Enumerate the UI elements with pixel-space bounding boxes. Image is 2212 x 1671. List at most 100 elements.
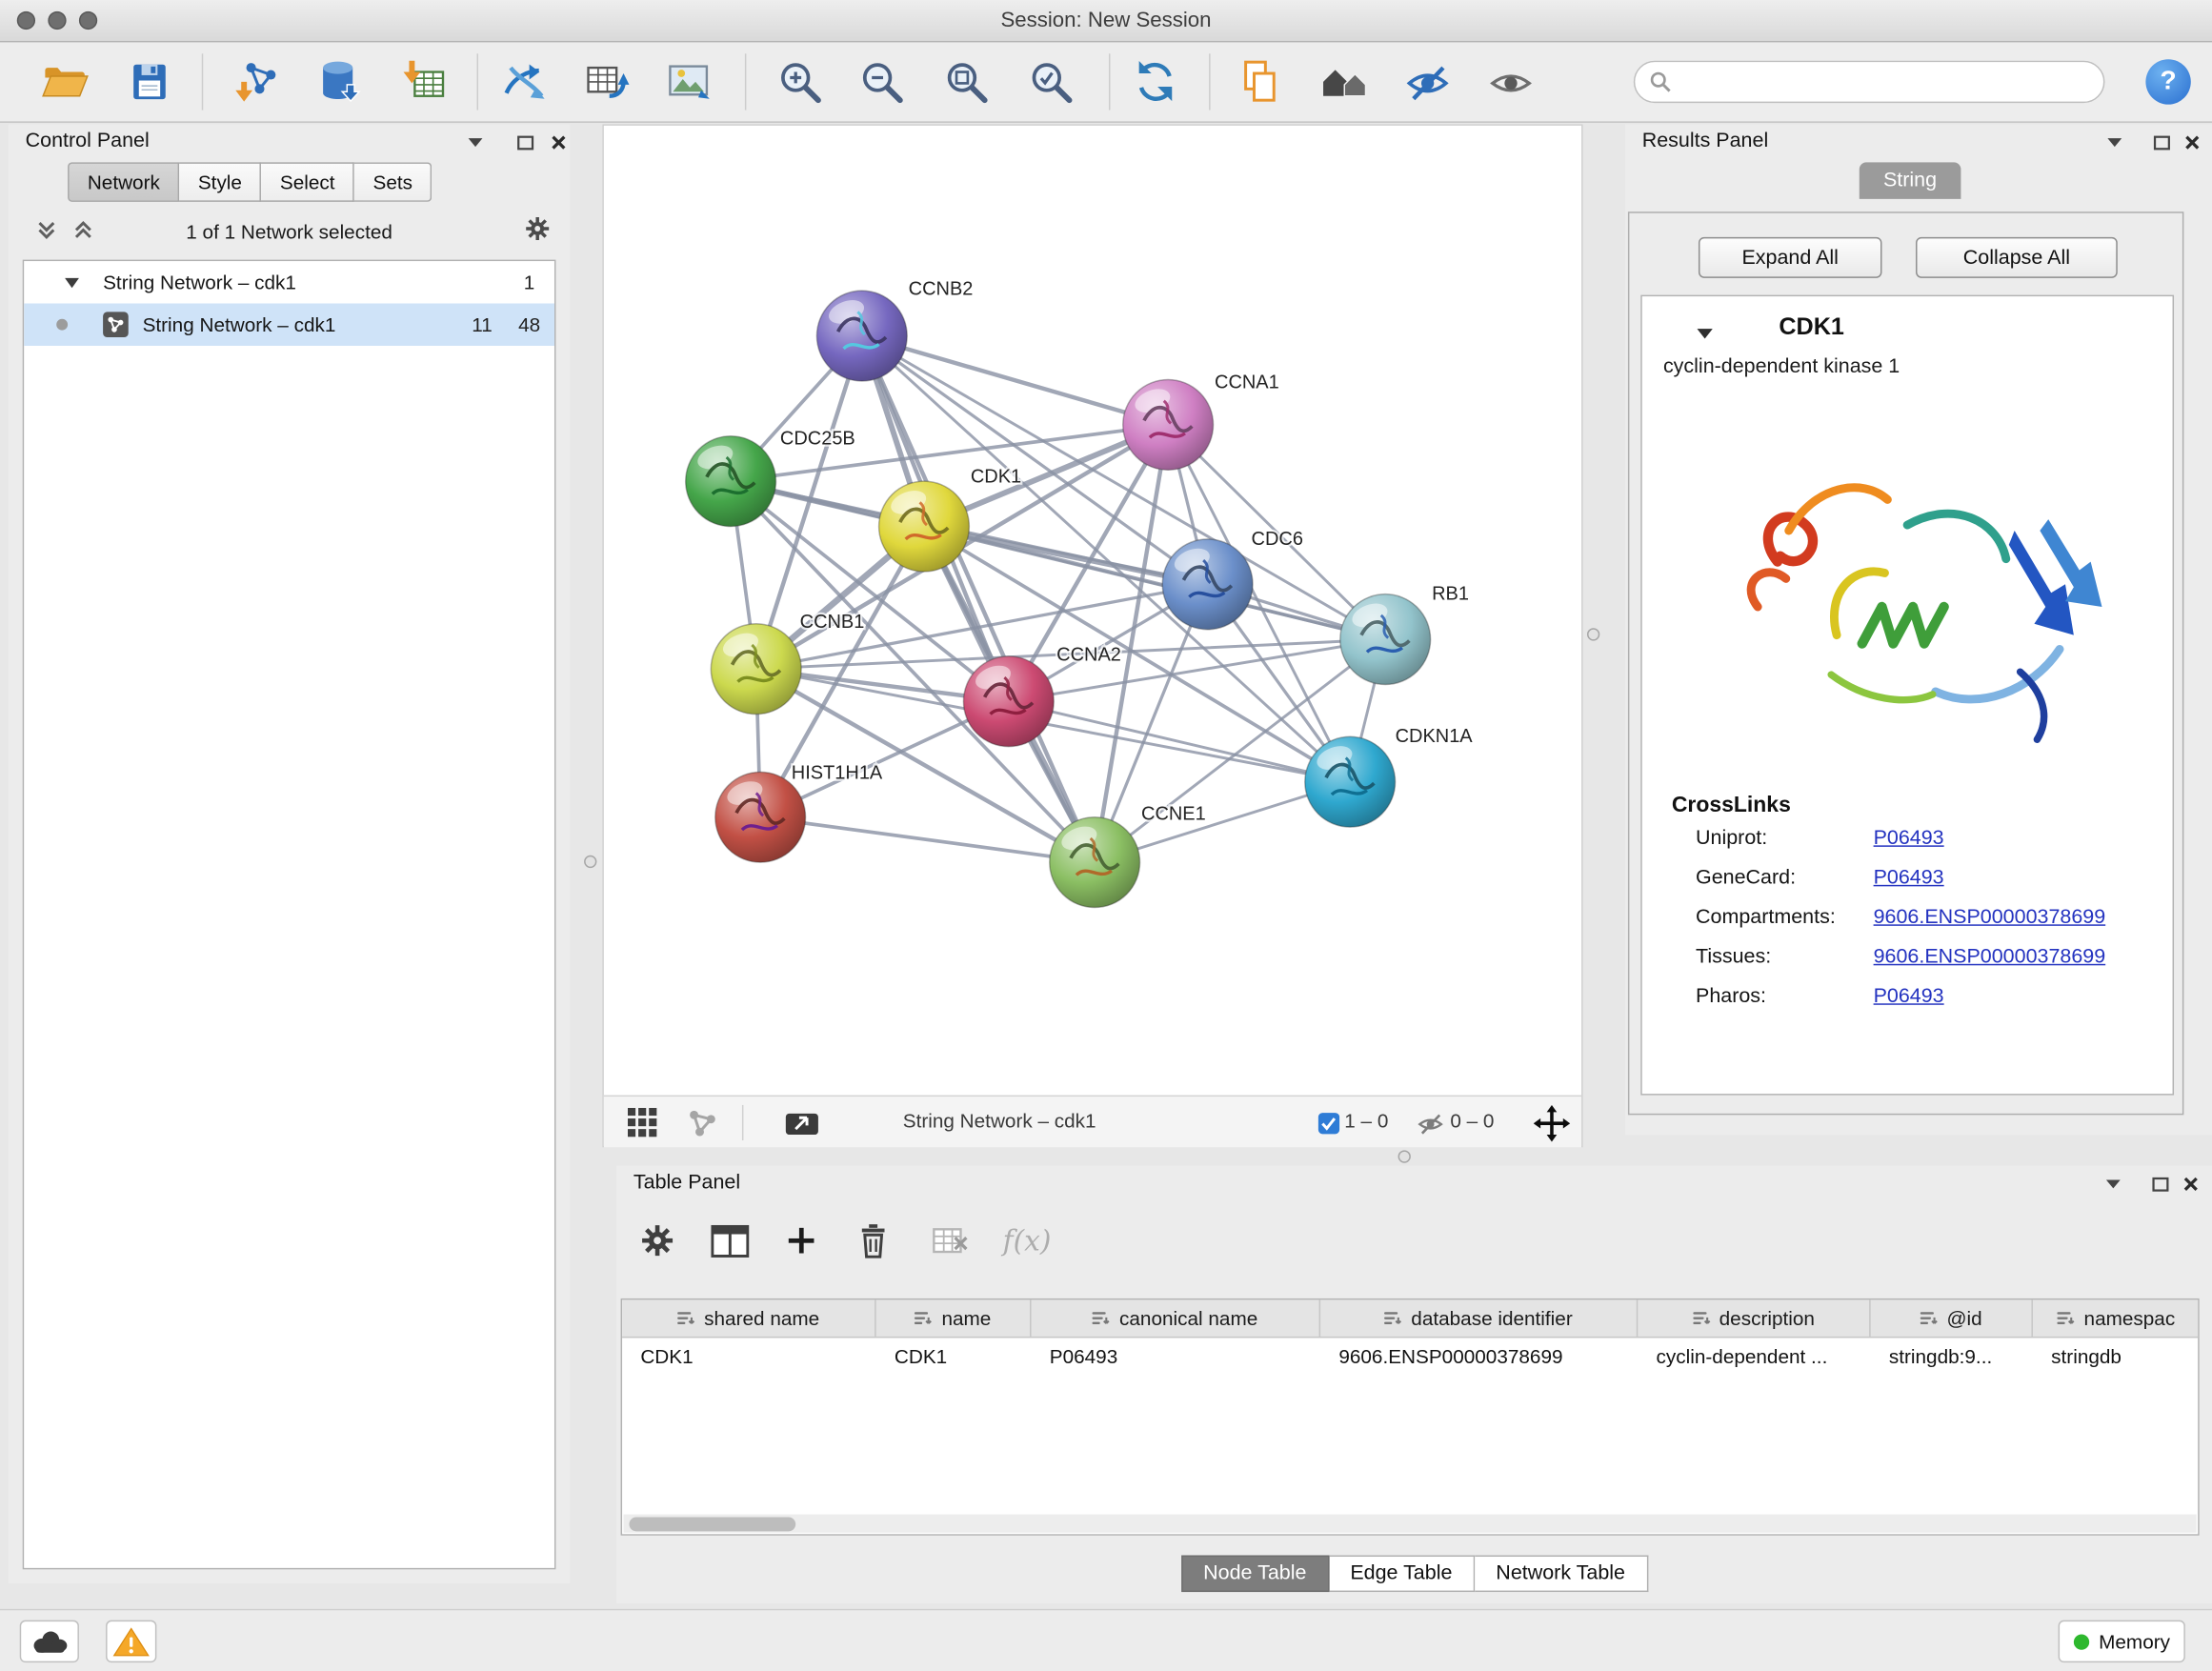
- network-row[interactable]: String Network – cdk1 11 48: [24, 304, 554, 346]
- panel-dropdown-icon[interactable]: [463, 131, 489, 154]
- column-header-id[interactable]: @id: [1871, 1299, 2033, 1337]
- crosslink-link-tissues[interactable]: 9606.ENSP00000378699: [1874, 946, 2106, 969]
- tab-select[interactable]: Select: [262, 162, 355, 201]
- panel-close-icon[interactable]: [2180, 131, 2205, 154]
- network-node-ccnb1[interactable]: [711, 624, 801, 715]
- network-node-ccne1[interactable]: [1050, 817, 1140, 908]
- horizontal-scrollbar[interactable]: [624, 1515, 2197, 1533]
- tab-sets[interactable]: Sets: [354, 162, 432, 201]
- tab-string[interactable]: String: [1860, 162, 1961, 199]
- panel-float-icon[interactable]: [2148, 131, 2174, 154]
- network-edge[interactable]: [760, 817, 1095, 862]
- panel-dropdown-icon[interactable]: [2101, 131, 2127, 154]
- new-network-button[interactable]: [493, 50, 555, 112]
- zoom-in-button[interactable]: [769, 50, 831, 112]
- table-cell[interactable]: 9606.ENSP00000378699: [1320, 1338, 1638, 1376]
- import-table-disabled-button[interactable]: [927, 1217, 975, 1264]
- network-node-ccna2[interactable]: [963, 656, 1054, 747]
- entry-collapse-icon[interactable]: [1696, 322, 1714, 348]
- delete-column-button[interactable]: [849, 1217, 896, 1264]
- expand-all-button[interactable]: Expand All: [1699, 237, 1882, 278]
- copy-document-button[interactable]: [1229, 50, 1291, 112]
- help-button[interactable]: ?: [2145, 59, 2190, 104]
- table-cell[interactable]: stringdb:9...: [1871, 1338, 2033, 1376]
- network-node-cdk1[interactable]: [879, 481, 970, 572]
- hidden-eye-icon[interactable]: [1411, 1103, 1450, 1142]
- save-session-button[interactable]: [118, 50, 180, 112]
- expander-icon[interactable]: [64, 271, 81, 293]
- column-header-database-identifier[interactable]: database identifier: [1320, 1299, 1638, 1337]
- search-box[interactable]: [1634, 61, 2105, 103]
- crosslink-link-uniprot[interactable]: P06493: [1874, 827, 1944, 850]
- export-image-button[interactable]: [659, 50, 721, 112]
- panel-close-icon[interactable]: [2178, 1173, 2203, 1196]
- tab-node-table[interactable]: Node Table: [1180, 1556, 1329, 1593]
- detach-view-icon[interactable]: [781, 1103, 820, 1142]
- function-builder-button[interactable]: f(x): [995, 1217, 1059, 1264]
- crosslink-link-genecard[interactable]: P06493: [1874, 867, 1944, 890]
- create-column-button[interactable]: [777, 1217, 825, 1264]
- tab-network-table[interactable]: Network Table: [1475, 1556, 1648, 1593]
- warnings-button[interactable]: [106, 1621, 156, 1662]
- network-canvas[interactable]: CCNB2CCNA1CDC25BCDK1CDC6RB1CCNB1CCNA2CDK…: [604, 126, 1581, 1094]
- column-header-canonical-name[interactable]: canonical name: [1032, 1299, 1321, 1337]
- network-node-rb1[interactable]: [1340, 594, 1431, 685]
- refresh-layout-button[interactable]: [1124, 50, 1186, 112]
- show-graphics-button[interactable]: [1479, 50, 1541, 112]
- share-view-icon[interactable]: [683, 1103, 722, 1142]
- crosslink-link-pharos[interactable]: P06493: [1874, 985, 1944, 1008]
- network-edge[interactable]: [924, 527, 1385, 640]
- table-row[interactable]: CDK1CDK1P064939606.ENSP00000378699cyclin…: [622, 1338, 2198, 1376]
- table-cell[interactable]: cyclin-dependent ...: [1638, 1338, 1870, 1376]
- splitter-handle[interactable]: [1398, 1150, 1411, 1162]
- table-cell[interactable]: CDK1: [876, 1338, 1032, 1376]
- grid-view-icon[interactable]: [624, 1103, 663, 1142]
- network-node-hist1h1a[interactable]: [715, 772, 806, 862]
- panel-dropdown-icon[interactable]: [2101, 1173, 2126, 1196]
- selected-checkbox-icon[interactable]: [1309, 1103, 1348, 1142]
- memory-button[interactable]: Memory: [2059, 1621, 2185, 1662]
- tab-style[interactable]: Style: [180, 162, 262, 201]
- crosslink-link-compartments[interactable]: 9606.ENSP00000378699: [1874, 906, 2106, 929]
- network-node-cdc6[interactable]: [1162, 539, 1253, 630]
- home-button[interactable]: [1314, 50, 1376, 112]
- network-node-ccna1[interactable]: [1123, 380, 1214, 471]
- show-columns-button[interactable]: [705, 1217, 753, 1264]
- import-table-button[interactable]: [393, 50, 455, 112]
- toggle-visibility-button[interactable]: [1397, 50, 1458, 112]
- zoom-fit-button[interactable]: [935, 50, 997, 112]
- pan-crosshair-icon[interactable]: [1532, 1103, 1571, 1142]
- scrollbar-thumb[interactable]: [629, 1517, 795, 1531]
- table-cell[interactable]: stringdb: [2033, 1338, 2200, 1376]
- open-session-button[interactable]: [34, 50, 96, 112]
- network-node-ccnb2[interactable]: [816, 291, 907, 381]
- panel-close-icon[interactable]: [546, 131, 572, 154]
- table-cell[interactable]: CDK1: [622, 1338, 876, 1376]
- table-cell[interactable]: P06493: [1032, 1338, 1321, 1376]
- zoom-out-button[interactable]: [851, 50, 913, 112]
- splitter-handle[interactable]: [1587, 628, 1599, 640]
- tab-network[interactable]: Network: [68, 162, 180, 201]
- zoom-selected-button[interactable]: [1020, 50, 1082, 112]
- cloud-button[interactable]: [20, 1621, 79, 1662]
- column-header-namespac[interactable]: namespac: [2033, 1299, 2200, 1337]
- table-settings-button[interactable]: [633, 1217, 681, 1264]
- import-network-database-button[interactable]: [308, 50, 370, 112]
- protein-entry-header[interactable]: CDK1: [1642, 296, 2173, 355]
- network-edge[interactable]: [862, 336, 1168, 425]
- column-header-shared-name[interactable]: shared name: [622, 1299, 876, 1337]
- import-network-file-button[interactable]: [226, 50, 288, 112]
- gear-icon[interactable]: [525, 217, 551, 240]
- panel-float-icon[interactable]: [2147, 1173, 2173, 1196]
- column-header-name[interactable]: name: [876, 1299, 1032, 1337]
- column-header-description[interactable]: description: [1638, 1299, 1870, 1337]
- network-node-cdc25b[interactable]: [686, 436, 776, 527]
- tab-edge-table[interactable]: Edge Table: [1329, 1556, 1475, 1593]
- network-view[interactable]: CCNB2CCNA1CDC25BCDK1CDC6RB1CCNB1CCNA2CDK…: [602, 124, 1582, 1147]
- network-edge[interactable]: [862, 336, 1095, 863]
- search-input[interactable]: [1680, 70, 2089, 93]
- collapse-all-button[interactable]: Collapse All: [1916, 237, 2118, 278]
- network-node-cdkn1a[interactable]: [1305, 736, 1396, 827]
- panel-float-icon[interactable]: [513, 131, 538, 154]
- splitter-handle[interactable]: [584, 856, 596, 868]
